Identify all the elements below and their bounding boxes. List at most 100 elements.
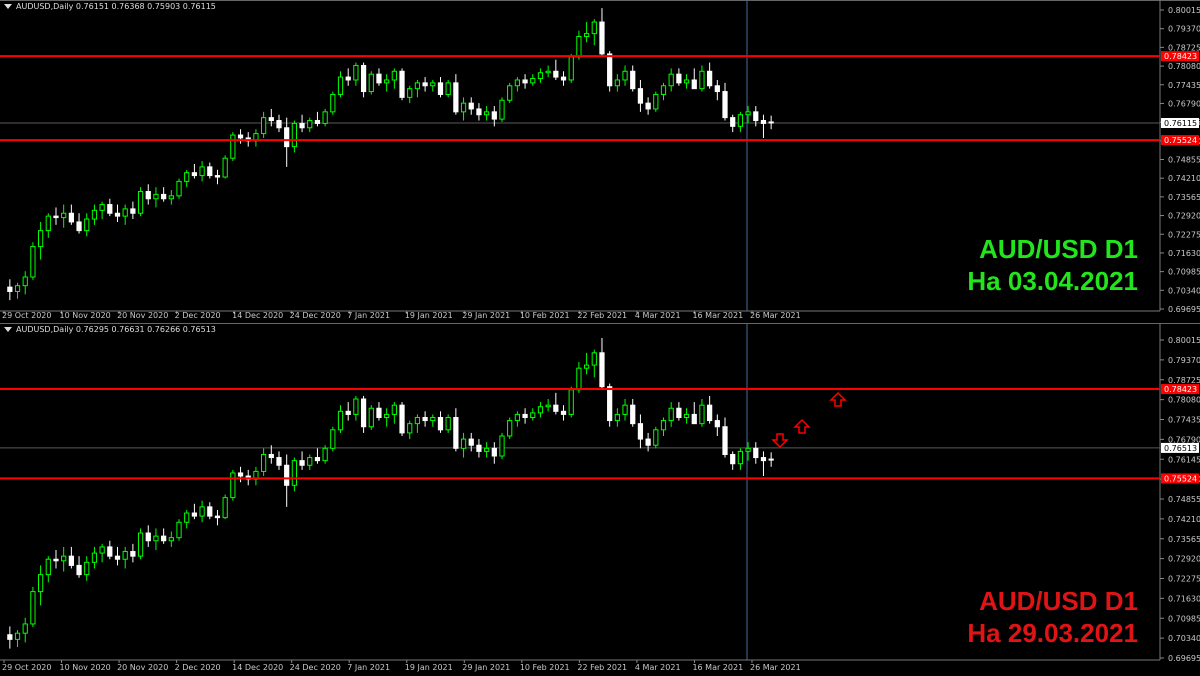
price-tick-label: 0.69695 — [1168, 305, 1200, 314]
date-tick-label: 10 Feb 2021 — [520, 311, 570, 320]
candle-body — [683, 79, 690, 84]
candle-body — [353, 64, 359, 81]
candle-body — [514, 413, 520, 422]
candle-body — [768, 458, 774, 461]
chart-panel-bottom[interactable]: AUDUSD,Daily 0.76295 0.76631 0.76266 0.7… — [0, 323, 1200, 676]
candle-body — [399, 70, 405, 98]
candle-body — [122, 551, 128, 560]
candle-body — [61, 212, 67, 219]
candle-body — [468, 438, 474, 446]
candle-body — [191, 172, 198, 177]
arrow-up-icon — [829, 391, 847, 407]
price-tick-label: 0.71630 — [1168, 594, 1200, 603]
candle-body — [268, 117, 274, 122]
candle-body — [630, 70, 636, 90]
candle-body — [645, 102, 651, 110]
candle-body — [45, 215, 51, 232]
candle-body — [630, 404, 636, 425]
candle-body — [499, 99, 505, 120]
candle-body — [291, 460, 297, 486]
date-tick-label: 4 Mar 2021 — [635, 663, 681, 672]
price-tick-label: 0.77435 — [1168, 416, 1200, 425]
candle-body — [453, 82, 459, 113]
chart-panel-top[interactable]: AUDUSD,Daily 0.76151 0.76368 0.75903 0.7… — [0, 0, 1200, 323]
candle-body — [322, 111, 328, 124]
candle-body — [691, 413, 697, 425]
candle-body — [414, 416, 421, 425]
candle-body — [707, 404, 713, 422]
candle-body — [107, 546, 113, 557]
arrow-up-icon — [793, 418, 811, 434]
candle-body — [353, 398, 359, 415]
date-tick-label: 10 Nov 2020 — [60, 311, 111, 320]
overlay-title-bottom: AUD/USD D1 Ha 29.03.2021 — [967, 585, 1138, 649]
candle-body — [368, 407, 374, 428]
candle-body — [91, 209, 98, 220]
candle-body — [545, 70, 551, 74]
candle-body — [460, 102, 467, 113]
candle-body — [68, 212, 74, 223]
candle-body — [84, 561, 90, 576]
candle-body — [391, 70, 397, 81]
candle-body — [560, 410, 567, 415]
candle-body — [22, 623, 28, 634]
price-tick-label: 0.76790 — [1168, 99, 1200, 108]
candle-body — [537, 406, 544, 414]
date-tick-label: 26 Mar 2021 — [750, 663, 801, 672]
date-tick-label: 2 Dec 2020 — [175, 663, 221, 672]
candle-body — [161, 535, 167, 542]
price-tick-label: 0.78080 — [1168, 396, 1200, 405]
candle-body — [699, 70, 705, 90]
candle-body — [307, 120, 313, 129]
candle-body — [122, 208, 128, 217]
candle-body — [291, 122, 297, 148]
candle-body — [284, 464, 290, 486]
price-tick-label: 0.69695 — [1168, 654, 1200, 663]
candle-body — [91, 552, 98, 563]
candle-body — [714, 85, 720, 93]
candle-body — [391, 404, 397, 415]
candle-body — [30, 591, 36, 625]
date-tick-label: 29 Jan 2021 — [462, 311, 510, 320]
date-tick-label: 7 Jan 2021 — [347, 311, 390, 320]
candle-body — [261, 453, 267, 472]
candle-body — [645, 438, 651, 446]
price-tick-label: 0.70340 — [1168, 634, 1200, 643]
candle-body — [207, 506, 213, 517]
candle-body — [276, 457, 282, 466]
candle-body — [437, 416, 444, 431]
candle-body — [22, 276, 28, 287]
candle-body — [476, 444, 482, 452]
candle-body — [276, 120, 282, 129]
candle-body — [507, 85, 513, 101]
candle-body — [468, 102, 474, 110]
candle-body — [322, 447, 328, 462]
level-price-label-upper: 0.78423 — [1164, 52, 1197, 61]
candle-body — [199, 166, 205, 177]
overlay-title-line1: AUD/USD D1 — [979, 586, 1138, 616]
candle-body — [422, 82, 428, 87]
date-tick-label: 29 Oct 2020 — [2, 311, 51, 320]
candle-body — [445, 82, 451, 95]
candle-body — [568, 389, 574, 415]
candle-body — [345, 410, 351, 415]
candle-body — [199, 506, 205, 517]
candle-body — [722, 91, 728, 119]
candle-body — [430, 82, 436, 87]
date-tick-label: 26 Mar 2021 — [750, 311, 801, 320]
overlay-title-top: AUD/USD D1 Ha 03.04.2021 — [967, 233, 1138, 297]
date-tick-label: 29 Jan 2021 — [462, 663, 510, 672]
candle-body — [530, 78, 536, 84]
candle-body — [591, 21, 597, 35]
candle-body — [730, 453, 736, 465]
candle-body — [214, 515, 221, 519]
candle-body — [583, 33, 590, 38]
overlay-title-line2: Ha 29.03.2021 — [967, 618, 1138, 648]
candle-body — [384, 79, 390, 84]
date-tick-label: 29 Oct 2020 — [2, 663, 51, 672]
candle-body — [376, 407, 382, 418]
candle-body — [61, 555, 67, 562]
candle-body — [153, 535, 159, 542]
candle-body — [622, 70, 628, 81]
candle-body — [583, 364, 590, 369]
